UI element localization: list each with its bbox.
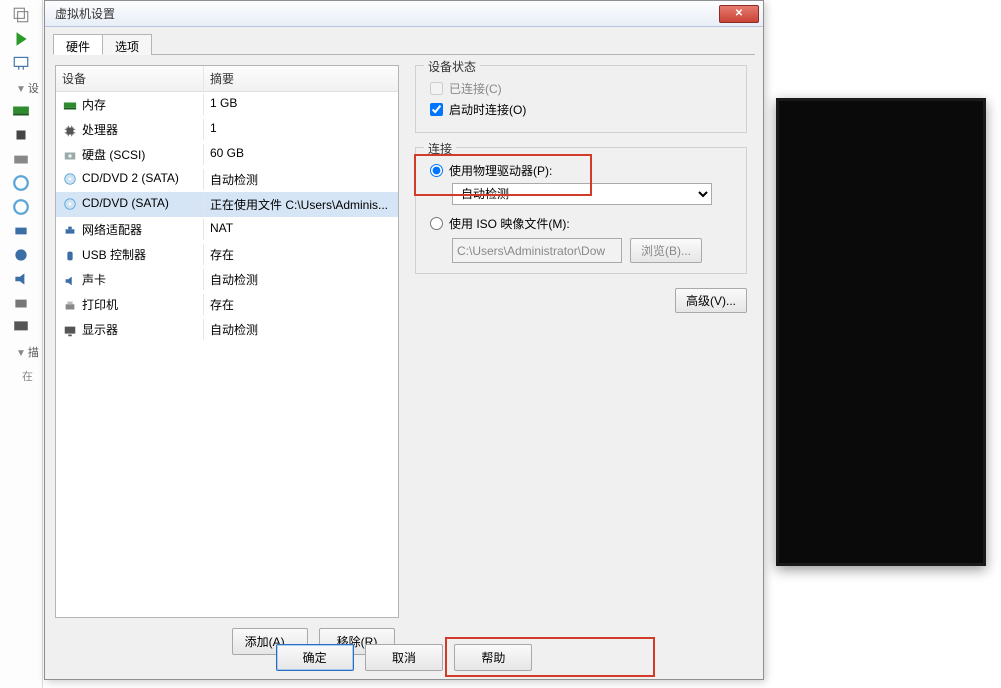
device-row[interactable]: 声卡 自动检测: [56, 267, 398, 292]
tab-options[interactable]: 选项: [102, 34, 152, 55]
connected-checkbox: [430, 82, 443, 95]
memory-icon[interactable]: [12, 102, 30, 120]
device-row[interactable]: 内存 1 GB: [56, 92, 398, 117]
hdd-icon: [62, 149, 78, 163]
disp-icon: [62, 324, 78, 338]
device-row[interactable]: USB 控制器 存在: [56, 242, 398, 267]
use-physical-radio-row[interactable]: 使用物理驱动器(P):: [430, 162, 736, 179]
connect-at-poweron-checkbox[interactable]: [430, 103, 443, 116]
cpu-icon[interactable]: [12, 126, 30, 144]
use-iso-radio[interactable]: [430, 217, 443, 230]
device-summary: 正在使用文件 C:\Users\Adminis...: [204, 194, 398, 215]
hdd-icon[interactable]: [12, 150, 30, 168]
play-icon[interactable]: [12, 30, 30, 48]
cancel-button[interactable]: 取消: [365, 644, 443, 671]
tabstrip: 硬件 选项: [53, 33, 755, 55]
device-name: CD/DVD 2 (SATA): [82, 171, 179, 185]
cpu-icon: [62, 124, 78, 138]
usb-icon[interactable]: [12, 246, 30, 264]
sidebar-section-label: ▼描: [0, 344, 42, 360]
dialog-footer: 确定 取消 帮助: [45, 644, 763, 671]
vm-settings-dialog: 虚拟机设置 ✕ 硬件 选项 设备 摘要 内存 1 GB 处理器 1 硬盘 (SCSI) 6…: [44, 0, 764, 680]
device-name: 内存: [82, 98, 106, 112]
device-summary: 1 GB: [204, 94, 398, 115]
device-summary: 存在: [204, 244, 398, 265]
device-list: 设备 摘要 内存1 GB处理器1硬盘 (SCSI)60 GBCD/DVD 2 (…: [55, 65, 399, 618]
cd-icon: [62, 172, 78, 186]
mem-icon: [62, 99, 78, 113]
column-summary[interactable]: 摘要: [204, 66, 398, 91]
device-row[interactable]: 显示器 自动检测: [56, 317, 398, 342]
connected-checkbox-row[interactable]: 已连接(C): [430, 80, 736, 97]
device-name: 声卡: [82, 273, 106, 287]
cd-icon[interactable]: [12, 174, 30, 192]
device-summary: 自动检测: [204, 319, 398, 340]
sidebar-text: 在: [0, 368, 42, 384]
dialog-title: 虚拟机设置: [49, 5, 719, 22]
device-name: 硬盘 (SCSI): [82, 148, 145, 162]
device-name: 显示器: [82, 323, 118, 337]
sidebar-section-label: ▼设: [0, 80, 42, 96]
device-summary: 60 GB: [204, 144, 398, 165]
tool-icon[interactable]: [12, 54, 30, 72]
snd-icon: [62, 274, 78, 288]
use-iso-radio-row[interactable]: 使用 ISO 映像文件(M):: [430, 215, 736, 232]
device-name: 打印机: [82, 298, 118, 312]
sound-icon[interactable]: [12, 270, 30, 288]
cd-icon[interactable]: [12, 198, 30, 216]
device-row[interactable]: CD/DVD (SATA) 正在使用文件 C:\Users\Adminis...: [56, 192, 398, 217]
group-title-connection: 连接: [424, 140, 456, 157]
use-physical-radio[interactable]: [430, 164, 443, 177]
network-icon[interactable]: [12, 222, 30, 240]
display-icon[interactable]: [12, 318, 30, 336]
device-summary: NAT: [204, 219, 398, 240]
device-row[interactable]: CD/DVD 2 (SATA) 自动检测: [56, 167, 398, 192]
help-button[interactable]: 帮助: [454, 644, 532, 671]
device-row[interactable]: 处理器 1: [56, 117, 398, 142]
device-summary: 自动检测: [204, 269, 398, 290]
app-sidebar: ▼设 ▼描 在: [0, 0, 43, 688]
iso-path-input: [452, 238, 622, 263]
prn-icon: [62, 299, 78, 313]
column-device[interactable]: 设备: [56, 66, 204, 91]
device-row[interactable]: 网络适配器 NAT: [56, 217, 398, 242]
vm-preview-monitor: [776, 98, 986, 566]
device-status-group: 设备状态 已连接(C) 启动时连接(O): [415, 65, 747, 133]
connection-group: 连接 使用物理驱动器(P): 自动检测 使用 ISO 映像文件(M): 浏览: [415, 147, 747, 274]
connect-at-poweron-row[interactable]: 启动时连接(O): [430, 101, 736, 118]
cd-icon: [62, 197, 78, 211]
printer-icon[interactable]: [12, 294, 30, 312]
device-name: 网络适配器: [82, 223, 142, 237]
physical-drive-select[interactable]: 自动检测: [452, 183, 712, 205]
device-name: USB 控制器: [82, 248, 146, 262]
device-summary: 存在: [204, 294, 398, 315]
device-summary: 1: [204, 119, 398, 140]
advanced-button[interactable]: 高级(V)...: [675, 288, 747, 313]
titlebar: 虚拟机设置 ✕: [45, 1, 763, 27]
group-title-status: 设备状态: [424, 58, 480, 75]
browse-button: 浏览(B)...: [630, 238, 702, 263]
close-button[interactable]: ✕: [719, 5, 759, 23]
device-summary: 自动检测: [204, 169, 398, 190]
device-name: 处理器: [82, 123, 118, 137]
device-row[interactable]: 打印机 存在: [56, 292, 398, 317]
net-icon: [62, 224, 78, 238]
window-stack-icon: [12, 6, 30, 24]
tab-hardware[interactable]: 硬件: [53, 34, 103, 55]
device-name: CD/DVD (SATA): [82, 196, 169, 210]
device-row[interactable]: 硬盘 (SCSI) 60 GB: [56, 142, 398, 167]
ok-button[interactable]: 确定: [276, 644, 354, 671]
usb-icon: [62, 249, 78, 263]
